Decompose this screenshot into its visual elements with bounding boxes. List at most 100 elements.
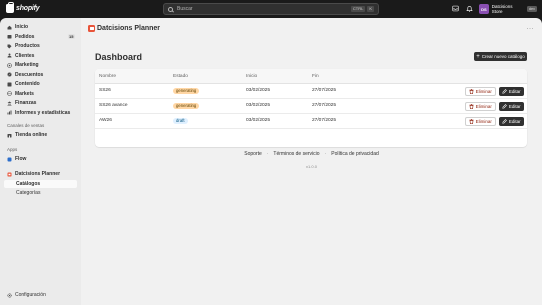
pencil-icon [502,89,508,94]
shopify-bag-icon [6,2,14,13]
start-date: 03/02/2025 [246,118,271,123]
trash-icon [469,104,474,109]
sidebar-item-finanzas[interactable]: Finanzas [4,99,77,107]
sidebar-item-label: Catálogos [16,180,41,187]
pencil-icon [502,119,508,124]
table-row: SS26 generating 03/02/2025 27/07/2025 El… [95,84,527,99]
sidebar: Inicio Pedidos 15 Productos Clientes Mar… [0,18,81,305]
sidebar-item-label: Configuración [15,292,46,298]
sidebar-item-label: Descuentos [15,71,44,78]
terms-link[interactable]: Términos de servicio [273,151,319,157]
status-badge: generating [173,87,200,94]
status-badge: generating [173,102,200,109]
bank-icon [7,101,12,106]
sales-channels-heading: Canales de ventas [7,123,45,128]
tag-icon [7,44,12,48]
footer-separator: · [324,151,327,157]
main-content: Datcisions Planner ··· Dashboard + Crear… [81,18,542,305]
trash-icon [469,89,474,94]
orders-count-badge: 15 [67,34,75,39]
sidebar-item-label: Pedidos [15,33,35,40]
create-catalog-label: Crear nuevo catálogo [481,54,525,59]
sidebar-item-productos[interactable]: Productos [4,42,77,50]
sidebar-item-categorias[interactable]: Categorías [4,189,77,197]
sidebar-item-marketing[interactable]: Marketing [4,61,77,69]
search-input[interactable]: Buscar CTRL K [163,3,379,15]
planner-app-icon [7,172,12,176]
column-header-nombre: Nombre [99,74,117,79]
edit-button[interactable]: Editar [499,117,524,126]
sidebar-item-catalogos[interactable]: Catálogos [4,179,77,188]
create-catalog-button[interactable]: + Crear nuevo catálogo [474,52,527,61]
store-menu-button[interactable]: DS Datcisions Store dev [479,3,537,15]
sidebar-item-informes[interactable]: Informes y estadísticas [4,109,77,117]
sidebar-item-inicio[interactable]: Inicio [4,23,77,31]
sidebar-item-label: Productos [15,43,40,49]
store-avatar: DS [479,4,489,14]
column-header-inicio: Inicio [246,74,258,79]
app-title: Datcisions Planner [97,25,161,32]
trash-icon [469,119,474,124]
edit-label: Editar [508,89,521,94]
start-date: 03/02/2025 [246,103,271,108]
support-link[interactable]: Soporte [244,151,262,157]
column-header-estado: Estado [173,74,188,79]
sidebar-item-descuentos[interactable]: Descuentos [4,71,77,79]
privacy-link[interactable]: Política de privacidad [331,151,379,157]
status-badge: draft [173,117,188,124]
delete-button[interactable]: Eliminar [465,87,496,96]
start-date: 03/02/2025 [246,88,271,93]
flow-icon [7,157,12,161]
top-bar: shopify Buscar CTRL K DS Datcisions Stor… [0,0,542,18]
table-row: SS26 avance generating 03/02/2025 27/07/… [95,99,527,114]
orders-icon [7,35,12,39]
sidebar-item-clientes[interactable]: Clientes [4,52,77,60]
sidebar-item-configuracion[interactable]: Configuración [4,291,77,299]
sidebar-item-contenido[interactable]: Contenido [4,80,77,88]
end-date: 27/07/2025 [312,103,337,108]
store-name: Datcisions Store [491,4,513,14]
sidebar-item-label: Marketing [15,62,39,68]
plus-icon: + [476,53,480,60]
search-placeholder: Buscar [177,6,193,12]
version-label: v1.0.0 [306,164,317,169]
sidebar-item-markets[interactable]: Markets [4,90,77,98]
sidebar-item-label: Flow [15,156,27,162]
end-date: 27/07/2025 [312,118,337,123]
target-icon [7,62,12,68]
app-header: Datcisions Planner [88,25,160,32]
sidebar-item-label: Markets [15,90,34,97]
shortcut-key-ctrl: CTRL [350,6,366,12]
footer-links: Soporte · Términos de servicio · Polític… [81,151,542,157]
chart-icon [7,110,12,115]
bell-icon[interactable] [466,5,473,12]
pencil-icon [502,104,508,109]
home-icon [7,25,12,29]
more-actions-button[interactable]: ··· [527,26,535,32]
table-row: AW26 draft 03/02/2025 27/07/2025 Elimina… [95,114,527,129]
table-header: Nombre Estado Inicio Fin [95,69,527,84]
sidebar-item-flow[interactable]: Flow [4,155,77,163]
edit-button[interactable]: Editar [499,87,524,96]
column-header-fin: Fin [312,74,319,79]
footer-separator: · [266,151,269,157]
sidebar-item-label: Inicio [15,24,29,30]
sidebar-item-datcisions-planner[interactable]: Datcisions Planner [4,170,77,178]
store-dev-badge: dev [526,6,537,12]
sidebar-item-tienda-online[interactable]: Tienda online [4,131,77,139]
content-icon [7,82,12,86]
sidebar-item-pedidos[interactable]: Pedidos 15 [4,33,77,41]
catalog-name: SS26 [99,88,111,93]
inbox-icon[interactable] [452,5,459,12]
delete-button[interactable]: Eliminar [465,117,496,126]
end-date: 27/07/2025 [312,88,337,93]
globe-icon [7,91,12,96]
delete-button[interactable]: Eliminar [465,102,496,111]
sidebar-item-label: Contenido [15,81,40,87]
search-icon [168,6,173,12]
shopify-logo[interactable]: shopify [6,2,40,13]
edit-button[interactable]: Editar [499,102,524,111]
logo-text: shopify [16,5,40,12]
catalog-name: SS26 avance [99,103,128,108]
gear-icon [7,292,12,298]
